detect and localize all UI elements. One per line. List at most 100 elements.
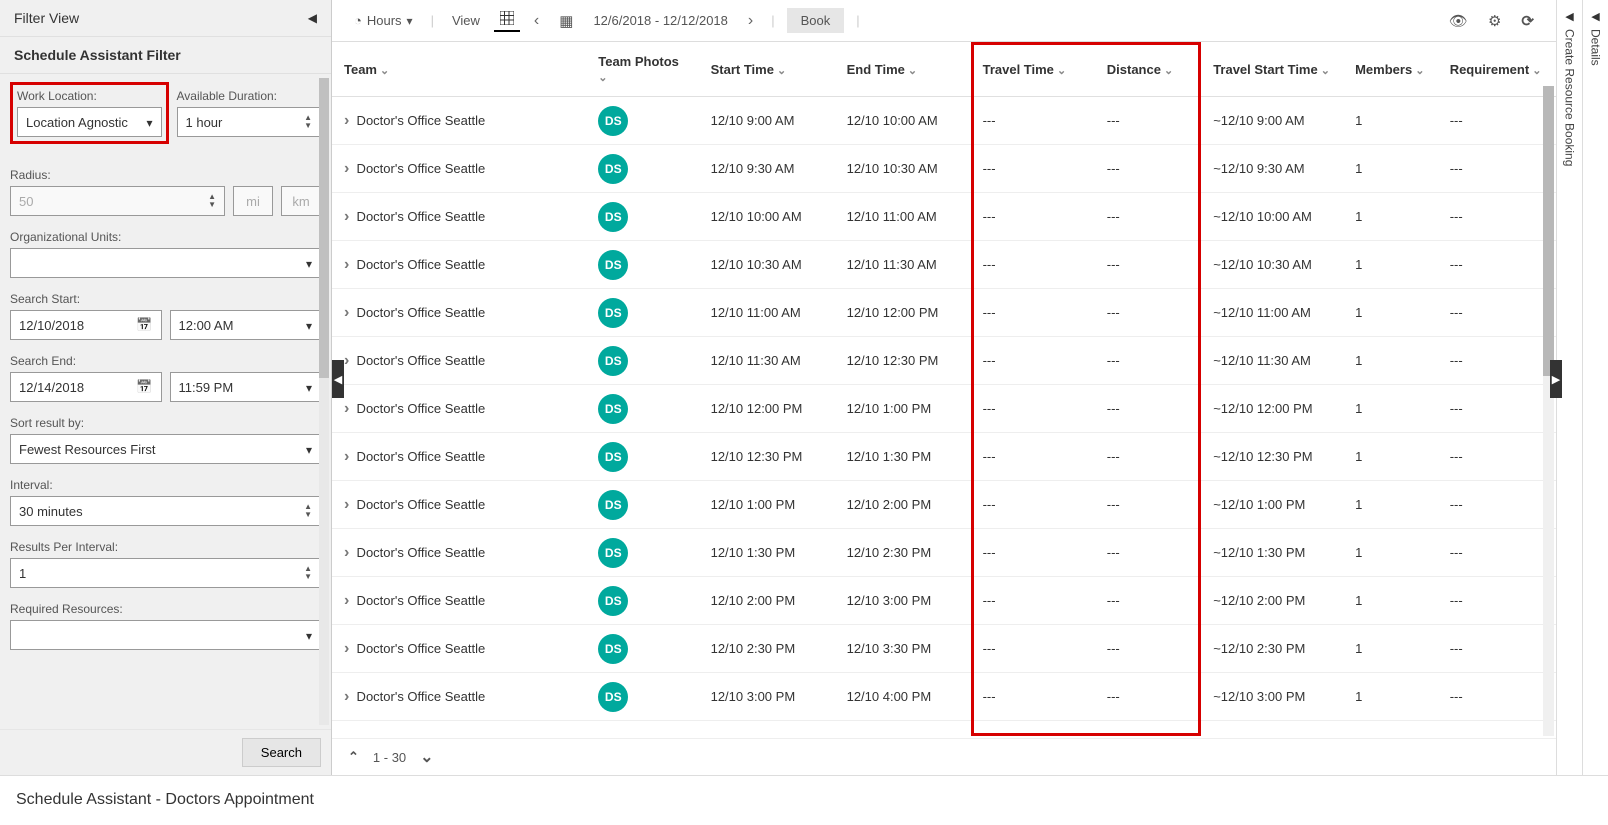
search-end-date[interactable]: 12/14/2018: [10, 372, 162, 402]
expand-icon[interactable]: [344, 545, 349, 560]
col-header-travel-start-time[interactable]: Travel Start Time: [1201, 42, 1343, 97]
spinner-icons[interactable]: ▲▼: [304, 503, 312, 519]
rail-collapse-tab[interactable]: ▶: [1550, 360, 1562, 398]
table-row[interactable]: Doctor's Office SeattleDS12/10 11:30 AM1…: [332, 337, 1556, 385]
expand-icon[interactable]: [344, 257, 349, 272]
pager-down-icon[interactable]: [420, 747, 433, 767]
search-start-label: Search Start:: [10, 292, 321, 306]
spinner-icons[interactable]: ▲▼: [304, 114, 312, 130]
expand-icon[interactable]: [344, 305, 349, 320]
hours-dropdown[interactable]: Hours: [348, 11, 419, 30]
table-row[interactable]: Doctor's Office SeattleDS12/10 9:30 AM12…: [332, 145, 1556, 193]
status-bar: Schedule Assistant - Doctors Appointment: [0, 775, 1608, 823]
table-row[interactable]: Doctor's Office SeattleDS12/10 1:00 PM12…: [332, 481, 1556, 529]
expand-icon[interactable]: [344, 353, 349, 368]
separator: |: [852, 13, 863, 28]
col-header-travel-time[interactable]: Travel Time: [971, 42, 1095, 97]
rpi-value: 1: [19, 566, 26, 581]
collapse-left-icon[interactable]: ◀: [308, 11, 317, 25]
refresh-icon[interactable]: [1515, 9, 1540, 33]
radius-value: 50: [19, 194, 33, 209]
spinner-icons[interactable]: ▲▼: [304, 565, 312, 581]
date-picker[interactable]: [553, 10, 579, 32]
hours-label: Hours: [367, 13, 402, 28]
prev-button[interactable]: ‹: [528, 10, 545, 32]
org-units-dropdown[interactable]: [10, 248, 321, 278]
create-booking-rail[interactable]: ◀ Create Resource Booking ▶: [1556, 0, 1582, 775]
table-row[interactable]: Doctor's Office SeattleDS12/10 1:30 PM12…: [332, 529, 1556, 577]
calendar-icon: [559, 12, 573, 30]
expand-icon[interactable]: [344, 497, 349, 512]
grid-scroll-thumb[interactable]: [1543, 86, 1554, 376]
col-header-distance[interactable]: Distance: [1095, 42, 1201, 97]
avatar: DS: [598, 154, 628, 184]
table-row[interactable]: Doctor's Office SeattleDS12/10 2:00 PM12…: [332, 577, 1556, 625]
create-booking-label: Create Resource Booking: [1563, 29, 1577, 166]
expand-icon[interactable]: [344, 161, 349, 176]
filter-scrollbar[interactable]: [319, 78, 329, 725]
pager-text: 1 - 30: [373, 750, 406, 765]
avatar: DS: [598, 634, 628, 664]
collapse-left-icon[interactable]: ◀: [1565, 10, 1573, 29]
grid-scrollbar[interactable]: [1543, 86, 1554, 736]
search-button[interactable]: Search: [242, 738, 321, 767]
col-header-start-time[interactable]: Start Time: [699, 42, 835, 97]
required-resources-dropdown[interactable]: [10, 620, 321, 650]
table-row[interactable]: Doctor's Office SeattleDS12/10 3:00 PM12…: [332, 673, 1556, 721]
main-area: Hours | View ‹ 12/6/2018 - 12/12/2018 › …: [332, 0, 1556, 775]
separator: |: [767, 13, 778, 28]
book-button[interactable]: Book: [787, 8, 845, 33]
rpi-input[interactable]: 1 ▲▼: [10, 558, 321, 588]
collapse-left-icon[interactable]: ◀: [1591, 10, 1599, 29]
radius-mi: mi: [246, 194, 260, 209]
filter-view-header[interactable]: Filter View ◀: [0, 0, 331, 37]
radius-mi-toggle: mi: [233, 186, 273, 216]
search-start-time[interactable]: 12:00 AM: [170, 310, 322, 340]
radius-input: 50 ▲▼: [10, 186, 225, 216]
chevron-down-icon: [306, 628, 312, 643]
table-row[interactable]: Doctor's Office SeattleDS12/10 12:30 PM1…: [332, 433, 1556, 481]
expand-icon[interactable]: [344, 449, 349, 464]
col-header-team[interactable]: Team: [332, 42, 586, 97]
table-row[interactable]: Doctor's Office SeattleDS12/10 11:00 AM1…: [332, 289, 1556, 337]
col-header-team-photos[interactable]: Team Photos: [586, 42, 698, 97]
filter-panel-collapse-tab[interactable]: ◀: [332, 360, 344, 398]
search-start-date[interactable]: 12/10/2018: [10, 310, 162, 340]
expand-icon[interactable]: [344, 593, 349, 608]
filter-scroll-thumb[interactable]: [319, 78, 329, 378]
table-row[interactable]: Doctor's Office SeattleDS12/10 9:00 AM12…: [332, 97, 1556, 145]
sort-by-dropdown[interactable]: Fewest Resources First: [10, 434, 321, 464]
spinner-icons: ▲▼: [208, 193, 216, 209]
results-grid-wrap: TeamTeam PhotosStart TimeEnd TimeTravel …: [332, 42, 1556, 738]
next-button[interactable]: ›: [742, 10, 759, 32]
pager-up-icon[interactable]: [348, 749, 359, 765]
calendar-icon[interactable]: [136, 379, 152, 395]
available-duration-input[interactable]: 1 hour ▲▼: [177, 107, 322, 137]
work-location-dropdown[interactable]: Location Agnostic: [17, 107, 162, 137]
table-row[interactable]: Doctor's Office SeattleDS12/10 2:30 PM12…: [332, 625, 1556, 673]
results-grid: TeamTeam PhotosStart TimeEnd TimeTravel …: [332, 42, 1556, 721]
col-header-requirement[interactable]: Requirement: [1438, 42, 1556, 97]
col-header-members[interactable]: Members: [1343, 42, 1438, 97]
search-end-label: Search End:: [10, 354, 321, 368]
col-header-end-time[interactable]: End Time: [835, 42, 971, 97]
avatar: DS: [598, 346, 628, 376]
expand-icon[interactable]: [344, 689, 349, 704]
expand-icon[interactable]: [344, 401, 349, 416]
gear-icon[interactable]: [1482, 9, 1507, 33]
search-end-date-value: 12/14/2018: [19, 380, 84, 395]
avatar: DS: [598, 298, 628, 328]
expand-icon[interactable]: [344, 113, 349, 128]
table-row[interactable]: Doctor's Office SeattleDS12/10 10:00 AM1…: [332, 193, 1556, 241]
grid-view-button[interactable]: [494, 9, 520, 32]
table-row[interactable]: Doctor's Office SeattleDS12/10 10:30 AM1…: [332, 241, 1556, 289]
expand-icon[interactable]: [344, 641, 349, 656]
interval-input[interactable]: 30 minutes ▲▼: [10, 496, 321, 526]
expand-icon[interactable]: [344, 209, 349, 224]
date-range[interactable]: 12/6/2018 - 12/12/2018: [587, 11, 733, 30]
details-rail[interactable]: ◀ Details: [1582, 0, 1608, 775]
eye-icon[interactable]: [1443, 9, 1474, 33]
table-row[interactable]: Doctor's Office SeattleDS12/10 12:00 PM1…: [332, 385, 1556, 433]
search-end-time[interactable]: 11:59 PM: [170, 372, 322, 402]
calendar-icon[interactable]: [136, 317, 152, 333]
